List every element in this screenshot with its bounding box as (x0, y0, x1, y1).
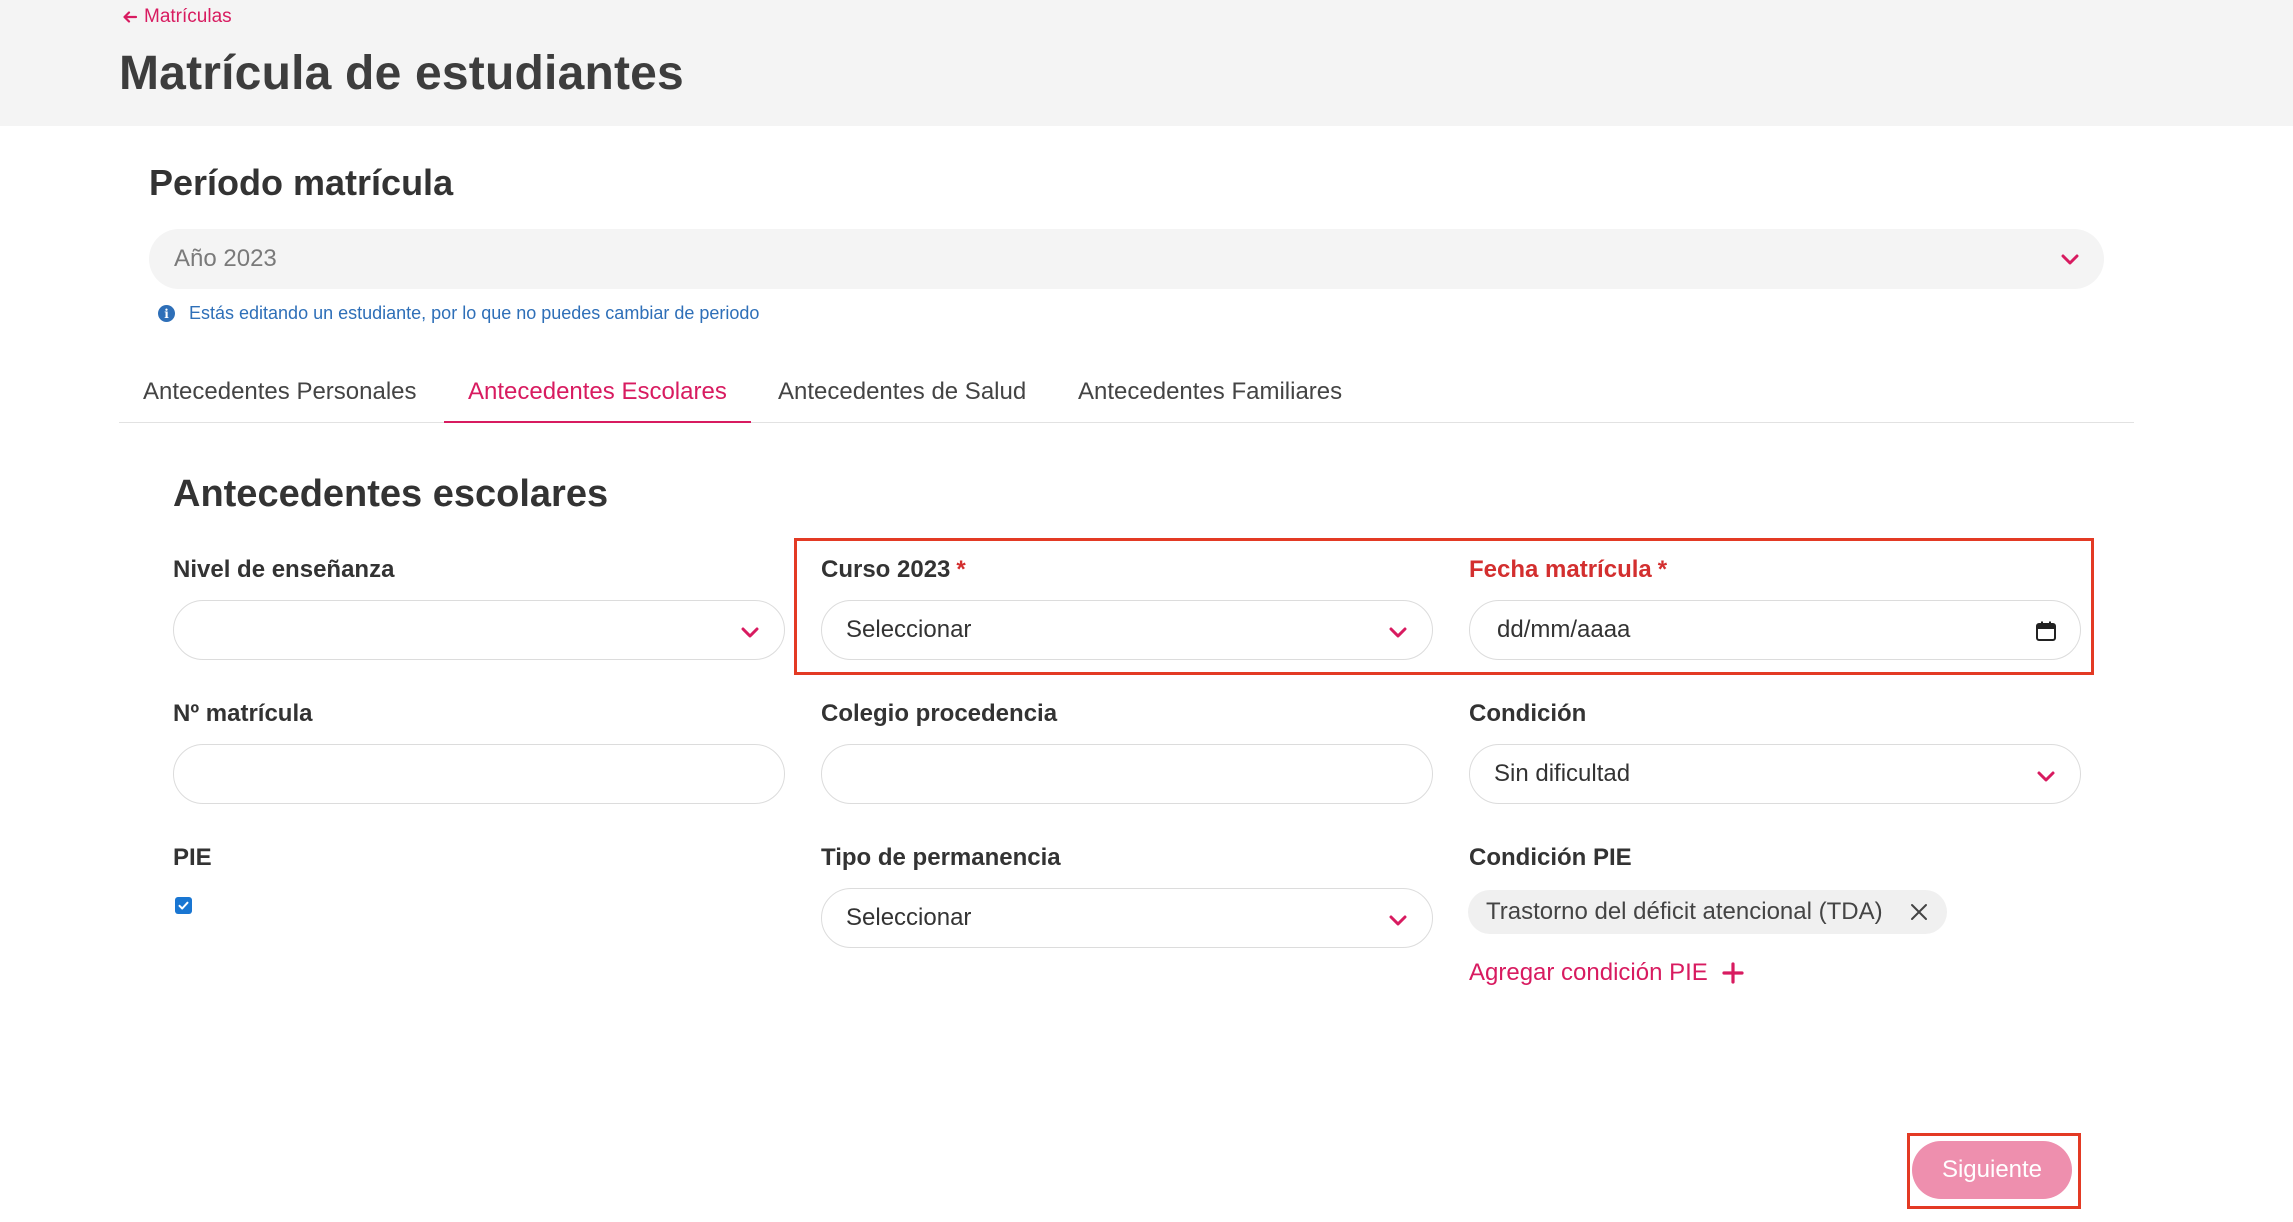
info-icon: i (158, 305, 175, 322)
tab-antecedentes-personales[interactable]: Antecedentes Personales (143, 372, 417, 423)
chip-label: Trastorno del déficit atencional (TDA) (1486, 898, 1883, 925)
add-condicion-pie-link[interactable]: Agregar condición PIE (1469, 959, 1744, 987)
permanencia-select[interactable]: Seleccionar (821, 888, 1433, 948)
permanencia-label: Tipo de permanencia (821, 844, 1061, 871)
add-condicion-pie-label: Agregar condición PIE (1469, 959, 1708, 986)
pie-label: PIE (173, 844, 212, 871)
numero-input[interactable] (173, 744, 785, 804)
page-title: Matrícula de estudiantes (119, 47, 684, 100)
section-title: Antecedentes escolares (173, 473, 609, 515)
pie-checkbox[interactable] (175, 897, 192, 914)
condicion-value: Sin dificultad (1494, 760, 1631, 787)
condicion-pie-chip: Trastorno del déficit atencional (TDA) (1468, 890, 1947, 934)
page-header: Matrículas Matrícula de estudiantes (0, 0, 2293, 126)
chevron-down-icon (741, 627, 759, 638)
condicion-pie-label: Condición PIE (1469, 844, 1632, 871)
periodo-title: Período matrícula (149, 162, 454, 203)
periodo-select: Año 2023 (149, 229, 2104, 289)
check-icon (178, 901, 189, 910)
back-link-label: Matrículas (144, 6, 232, 27)
plus-icon (1722, 962, 1744, 984)
chevron-down-icon (2037, 771, 2055, 782)
numero-label: Nº matrícula (173, 700, 313, 727)
colegio-label: Colegio procedencia (821, 700, 1058, 727)
highlight-box-next-button (1907, 1133, 2081, 1209)
periodo-info-text: Estás editando un estudiante, por lo que… (189, 303, 760, 323)
condicion-select[interactable]: Sin dificultad (1469, 744, 2081, 804)
back-link[interactable]: Matrículas (122, 6, 232, 28)
chevron-down-icon (1389, 915, 1407, 926)
colegio-input[interactable] (821, 744, 1433, 804)
periodo-value: Año 2023 (174, 245, 277, 272)
permanencia-value: Seleccionar (846, 904, 972, 931)
nivel-select[interactable] (173, 600, 785, 660)
nivel-label: Nivel de enseñanza (173, 556, 395, 583)
tab-antecedentes-escolares[interactable]: Antecedentes Escolares (444, 372, 751, 423)
tab-antecedentes-salud[interactable]: Antecedentes de Salud (778, 372, 1026, 423)
condicion-label: Condición (1469, 700, 1587, 727)
chevron-down-icon (2061, 254, 2079, 265)
tab-antecedentes-familiares[interactable]: Antecedentes Familiares (1078, 372, 1342, 423)
highlight-box-required-fields (794, 538, 2094, 675)
periodo-info: i Estás editando un estudiante, por lo q… (158, 303, 759, 324)
arrow-left-icon (123, 11, 138, 23)
tab-bar: Antecedentes Personales Antecedentes Esc… (119, 372, 2134, 423)
close-icon[interactable] (1909, 902, 1929, 922)
